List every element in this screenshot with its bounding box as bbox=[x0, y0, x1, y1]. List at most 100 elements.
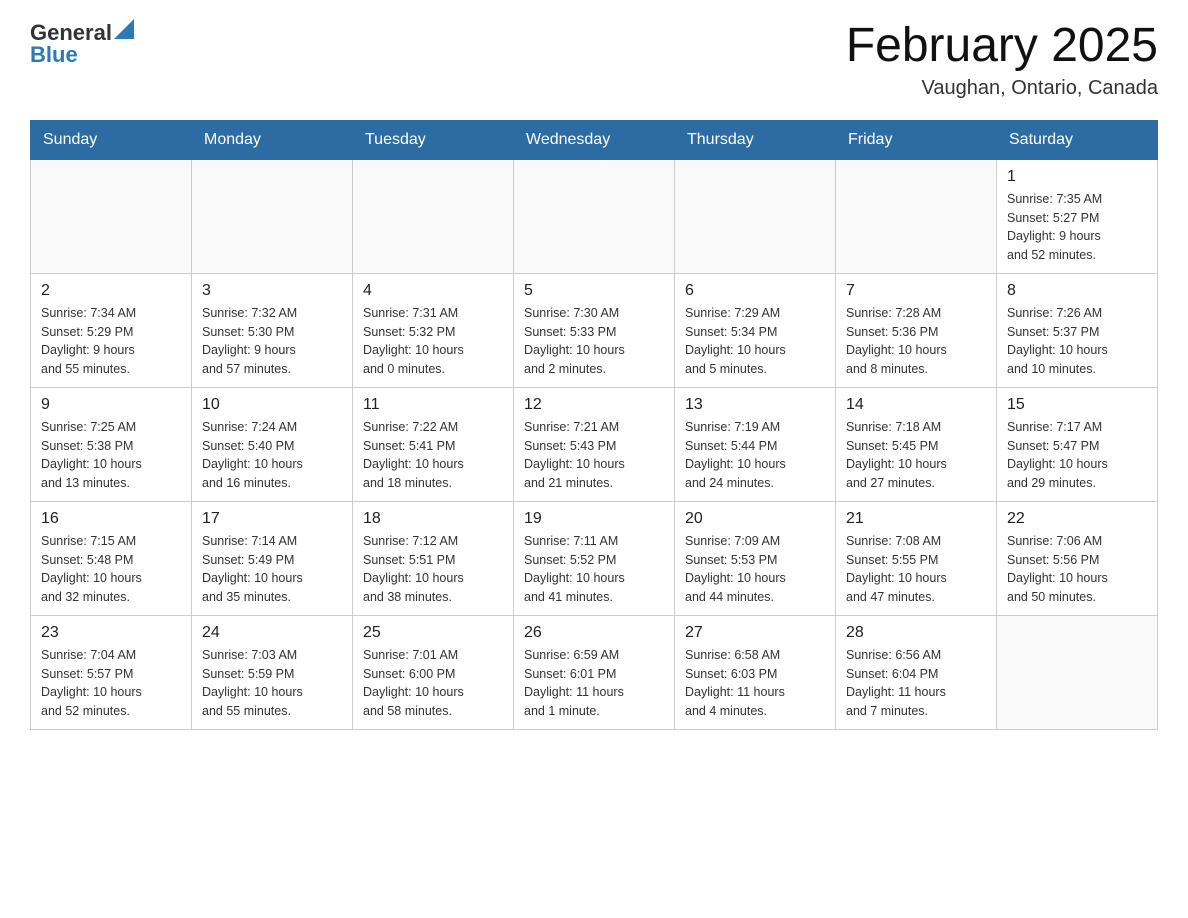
calendar-cell bbox=[31, 159, 192, 273]
day-info: Sunrise: 7:11 AMSunset: 5:52 PMDaylight:… bbox=[524, 532, 664, 607]
day-info: Sunrise: 7:14 AMSunset: 5:49 PMDaylight:… bbox=[202, 532, 342, 607]
calendar-table: SundayMondayTuesdayWednesdayThursdayFrid… bbox=[30, 120, 1158, 730]
day-number: 16 bbox=[41, 510, 181, 528]
day-number: 25 bbox=[363, 624, 503, 642]
calendar-cell: 28 Sunrise: 6:56 AMSunset: 6:04 PMDayligh… bbox=[836, 615, 997, 729]
day-number: 27 bbox=[685, 624, 825, 642]
calendar-cell: 6Sunrise: 7:29 AMSunset: 5:34 PMDaylight… bbox=[675, 273, 836, 387]
calendar-cell: 20 Sunrise: 7:09 AMSunset: 5:53 PMDayligh… bbox=[675, 501, 836, 615]
calendar-cell: 1 Sunrise: 7:35 AMSunset: 5:27 PMDaylight… bbox=[997, 159, 1158, 273]
calendar-cell: 17 Sunrise: 7:14 AMSunset: 5:49 PMDayligh… bbox=[192, 501, 353, 615]
day-number: 3 bbox=[202, 282, 342, 300]
weekday-header-sunday: Sunday bbox=[31, 120, 192, 159]
calendar-cell: 3 Sunrise: 7:32 AMSunset: 5:30 PMDaylight… bbox=[192, 273, 353, 387]
calendar-cell: 10 Sunrise: 7:24 AMSunset: 5:40 PMDayligh… bbox=[192, 387, 353, 501]
week-row-4: 16 Sunrise: 7:15 AMSunset: 5:48 PMDayligh… bbox=[31, 501, 1158, 615]
day-info: Sunrise: 7:18 AMSunset: 5:45 PMDaylight:… bbox=[846, 418, 986, 493]
day-number: 17 bbox=[202, 510, 342, 528]
day-info: Sunrise: 7:30 AMSunset: 5:33 PMDaylight:… bbox=[524, 304, 664, 379]
calendar-cell: 4 Sunrise: 7:31 AMSunset: 5:32 PMDaylight… bbox=[353, 273, 514, 387]
week-row-3: 9 Sunrise: 7:25 AMSunset: 5:38 PMDaylight… bbox=[31, 387, 1158, 501]
day-info: Sunrise: 7:34 AMSunset: 5:29 PMDaylight:… bbox=[41, 304, 181, 379]
title-area: February 2025 Vaughan, Ontario, Canada bbox=[846, 20, 1158, 100]
day-info: Sunrise: 7:12 AMSunset: 5:51 PMDaylight:… bbox=[363, 532, 503, 607]
calendar-cell: 9 Sunrise: 7:25 AMSunset: 5:38 PMDaylight… bbox=[31, 387, 192, 501]
calendar-cell: 7 Sunrise: 7:28 AMSunset: 5:36 PMDaylight… bbox=[836, 273, 997, 387]
weekday-header-monday: Monday bbox=[192, 120, 353, 159]
day-number: 10 bbox=[202, 396, 342, 414]
day-number: 9 bbox=[41, 396, 181, 414]
day-info: Sunrise: 6:56 AMSunset: 6:04 PMDaylight:… bbox=[846, 646, 986, 721]
calendar-cell: 24 Sunrise: 7:03 AMSunset: 5:59 PMDayligh… bbox=[192, 615, 353, 729]
calendar-cell: 2Sunrise: 7:34 AMSunset: 5:29 PMDaylight… bbox=[31, 273, 192, 387]
calendar-cell: 19Sunrise: 7:11 AMSunset: 5:52 PMDayligh… bbox=[514, 501, 675, 615]
day-number: 6 bbox=[685, 282, 825, 300]
day-number: 23 bbox=[41, 624, 181, 642]
calendar-cell: 25 Sunrise: 7:01 AMSunset: 6:00 PMDayligh… bbox=[353, 615, 514, 729]
logo: General Blue bbox=[30, 20, 134, 68]
day-number: 22 bbox=[1007, 510, 1147, 528]
calendar-cell bbox=[836, 159, 997, 273]
week-row-1: 1 Sunrise: 7:35 AMSunset: 5:27 PMDaylight… bbox=[31, 159, 1158, 273]
calendar-cell bbox=[997, 615, 1158, 729]
calendar-cell: 13 Sunrise: 7:19 AMSunset: 5:44 PMDayligh… bbox=[675, 387, 836, 501]
day-info: Sunrise: 7:28 AMSunset: 5:36 PMDaylight:… bbox=[846, 304, 986, 379]
day-number: 20 bbox=[685, 510, 825, 528]
calendar-title: February 2025 bbox=[846, 20, 1158, 73]
calendar-cell: 12 Sunrise: 7:21 AMSunset: 5:43 PMDayligh… bbox=[514, 387, 675, 501]
calendar-cell: 23 Sunrise: 7:04 AMSunset: 5:57 PMDayligh… bbox=[31, 615, 192, 729]
calendar-cell: 5Sunrise: 7:30 AMSunset: 5:33 PMDaylight… bbox=[514, 273, 675, 387]
calendar-cell bbox=[514, 159, 675, 273]
calendar-cell: 22 Sunrise: 7:06 AMSunset: 5:56 PMDayligh… bbox=[997, 501, 1158, 615]
weekday-header-tuesday: Tuesday bbox=[353, 120, 514, 159]
day-info: Sunrise: 7:26 AMSunset: 5:37 PMDaylight:… bbox=[1007, 304, 1147, 379]
calendar-cell: 15Sunrise: 7:17 AMSunset: 5:47 PMDayligh… bbox=[997, 387, 1158, 501]
day-info: Sunrise: 7:06 AMSunset: 5:56 PMDaylight:… bbox=[1007, 532, 1147, 607]
day-number: 7 bbox=[846, 282, 986, 300]
day-info: Sunrise: 6:59 AMSunset: 6:01 PMDaylight:… bbox=[524, 646, 664, 721]
logo-wordmark: General Blue bbox=[30, 20, 134, 68]
weekday-header-wednesday: Wednesday bbox=[514, 120, 675, 159]
day-number: 28 bbox=[846, 624, 986, 642]
day-number: 18 bbox=[363, 510, 503, 528]
calendar-cell: 27 Sunrise: 6:58 AMSunset: 6:03 PMDayligh… bbox=[675, 615, 836, 729]
day-number: 14 bbox=[846, 396, 986, 414]
day-info: Sunrise: 7:03 AMSunset: 5:59 PMDaylight:… bbox=[202, 646, 342, 721]
calendar-cell: 8 Sunrise: 7:26 AMSunset: 5:37 PMDaylight… bbox=[997, 273, 1158, 387]
day-info: Sunrise: 7:19 AMSunset: 5:44 PMDaylight:… bbox=[685, 418, 825, 493]
day-info: Sunrise: 6:58 AMSunset: 6:03 PMDaylight:… bbox=[685, 646, 825, 721]
week-row-2: 2Sunrise: 7:34 AMSunset: 5:29 PMDaylight… bbox=[31, 273, 1158, 387]
day-info: Sunrise: 7:24 AMSunset: 5:40 PMDaylight:… bbox=[202, 418, 342, 493]
day-number: 24 bbox=[202, 624, 342, 642]
calendar-cell: 16 Sunrise: 7:15 AMSunset: 5:48 PMDayligh… bbox=[31, 501, 192, 615]
day-number: 1 bbox=[1007, 168, 1147, 186]
weekday-header-row: SundayMondayTuesdayWednesdayThursdayFrid… bbox=[31, 120, 1158, 159]
day-info: Sunrise: 7:22 AMSunset: 5:41 PMDaylight:… bbox=[363, 418, 503, 493]
weekday-header-friday: Friday bbox=[836, 120, 997, 159]
day-info: Sunrise: 7:17 AMSunset: 5:47 PMDaylight:… bbox=[1007, 418, 1147, 493]
day-info: Sunrise: 7:08 AMSunset: 5:55 PMDaylight:… bbox=[846, 532, 986, 607]
day-info: Sunrise: 7:21 AMSunset: 5:43 PMDaylight:… bbox=[524, 418, 664, 493]
logo-triangle-icon bbox=[114, 19, 134, 39]
day-info: Sunrise: 7:01 AMSunset: 6:00 PMDaylight:… bbox=[363, 646, 503, 721]
day-info: Sunrise: 7:32 AMSunset: 5:30 PMDaylight:… bbox=[202, 304, 342, 379]
day-info: Sunrise: 7:25 AMSunset: 5:38 PMDaylight:… bbox=[41, 418, 181, 493]
calendar-cell bbox=[353, 159, 514, 273]
calendar-subtitle: Vaughan, Ontario, Canada bbox=[846, 77, 1158, 100]
day-number: 4 bbox=[363, 282, 503, 300]
day-number: 12 bbox=[524, 396, 664, 414]
weekday-header-thursday: Thursday bbox=[675, 120, 836, 159]
day-info: Sunrise: 7:15 AMSunset: 5:48 PMDaylight:… bbox=[41, 532, 181, 607]
day-info: Sunrise: 7:04 AMSunset: 5:57 PMDaylight:… bbox=[41, 646, 181, 721]
calendar-cell: 14 Sunrise: 7:18 AMSunset: 5:45 PMDayligh… bbox=[836, 387, 997, 501]
day-number: 13 bbox=[685, 396, 825, 414]
calendar-cell: 21 Sunrise: 7:08 AMSunset: 5:55 PMDayligh… bbox=[836, 501, 997, 615]
calendar-cell: 18 Sunrise: 7:12 AMSunset: 5:51 PMDayligh… bbox=[353, 501, 514, 615]
day-number: 21 bbox=[846, 510, 986, 528]
calendar-cell bbox=[675, 159, 836, 273]
day-info: Sunrise: 7:35 AMSunset: 5:27 PMDaylight:… bbox=[1007, 190, 1147, 265]
week-row-5: 23 Sunrise: 7:04 AMSunset: 5:57 PMDayligh… bbox=[31, 615, 1158, 729]
day-info: Sunrise: 7:31 AMSunset: 5:32 PMDaylight:… bbox=[363, 304, 503, 379]
day-info: Sunrise: 7:09 AMSunset: 5:53 PMDaylight:… bbox=[685, 532, 825, 607]
day-number: 8 bbox=[1007, 282, 1147, 300]
